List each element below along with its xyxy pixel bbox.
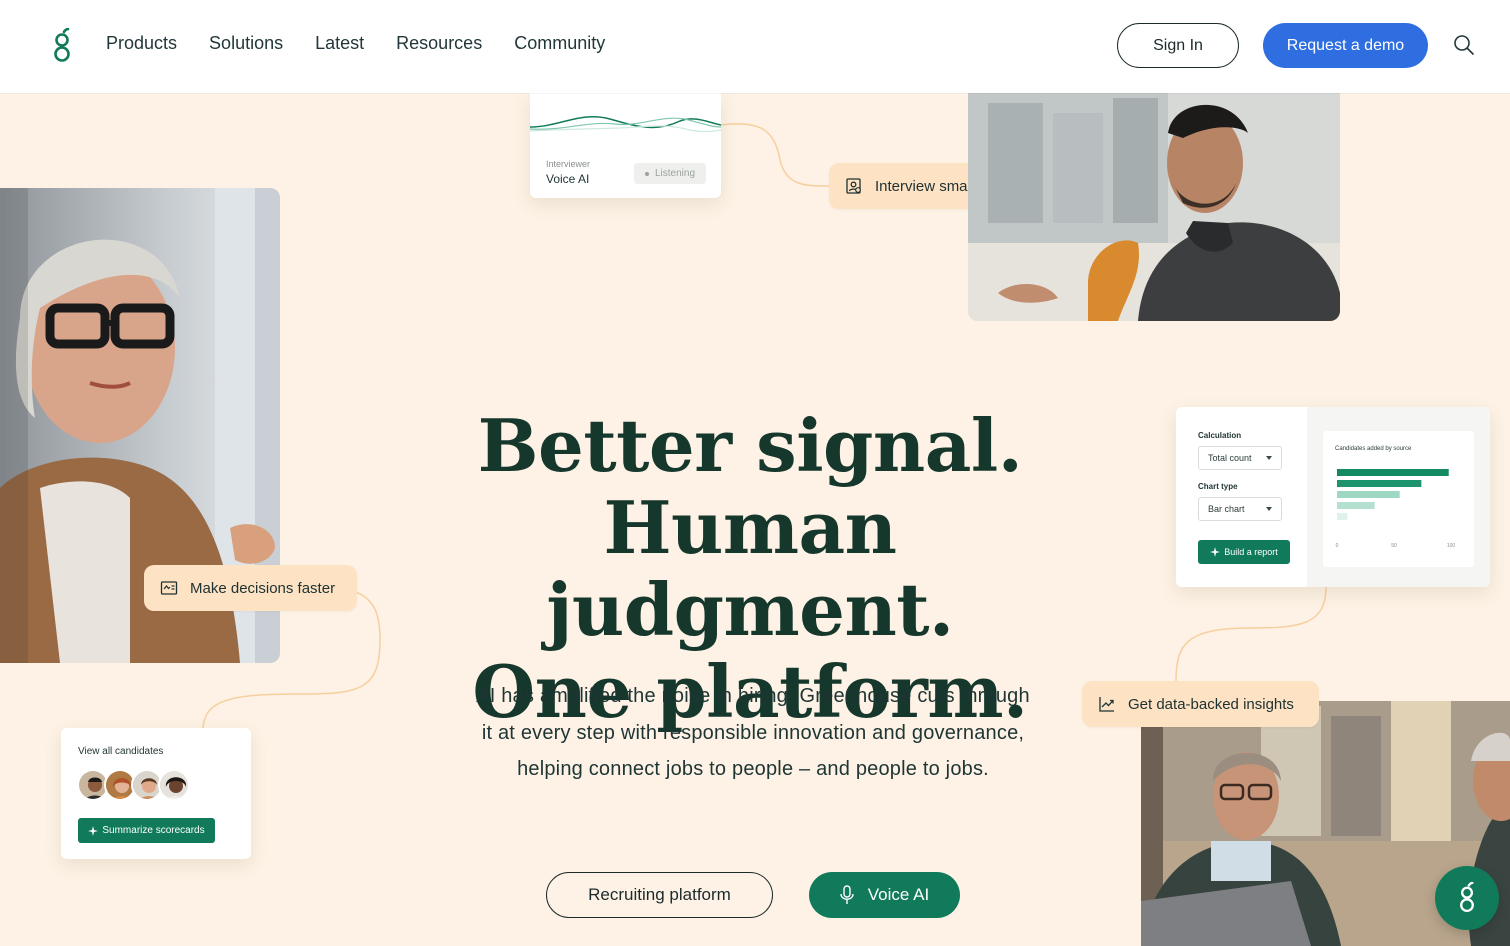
nav-solutions[interactable]: Solutions	[209, 33, 283, 54]
recruiting-platform-button[interactable]: Recruiting platform	[546, 872, 773, 918]
calculation-select[interactable]: Total count	[1198, 446, 1282, 470]
candidates-card: View all candidates Summarize scorecards	[61, 728, 251, 859]
calculation-label: Calculation	[1198, 431, 1242, 440]
data-insights-label: Get data-backed insights	[1128, 695, 1294, 713]
chart-tick-label: 0	[1336, 543, 1339, 549]
chart-bar	[1337, 469, 1449, 476]
data-insights-chip: Get data-backed insights	[1082, 681, 1319, 727]
voice-ai-label: Voice AI	[867, 885, 930, 904]
chart-type-value: Bar chart	[1208, 504, 1245, 514]
status-dot-icon	[644, 171, 649, 176]
voice-card-label: Interviewer	[546, 159, 591, 169]
chevron-down-icon	[1266, 507, 1272, 511]
sign-in-button[interactable]: Sign In	[1117, 23, 1239, 68]
sparkle-icon	[88, 825, 99, 836]
chart-bar	[1337, 502, 1375, 509]
request-demo-button[interactable]: Request a demo	[1263, 23, 1428, 68]
chat-launcher-button[interactable]	[1435, 866, 1499, 930]
voice-card-title: Voice AI	[546, 172, 590, 186]
sparkle-icon	[1210, 547, 1221, 557]
chart-bar	[1337, 480, 1422, 487]
make-decisions-label: Make decisions faster	[190, 579, 336, 597]
nav-products[interactable]: Products	[106, 33, 177, 54]
main-nav: Products Solutions Latest Resources Comm…	[106, 33, 605, 54]
top-nav: Products Solutions Latest Resources Comm…	[0, 0, 1510, 93]
nav-community[interactable]: Community	[514, 33, 605, 54]
chevron-down-icon	[1266, 456, 1272, 460]
calculation-value: Total count	[1208, 453, 1252, 463]
nav-latest[interactable]: Latest	[315, 33, 364, 54]
build-report-label: Build a report	[1224, 547, 1278, 557]
voice-ai-button[interactable]: Voice AI	[809, 872, 960, 918]
chart-type-select[interactable]: Bar chart	[1198, 497, 1282, 521]
build-report-button[interactable]: Build a report	[1198, 540, 1290, 564]
candidate-avatars	[77, 769, 190, 801]
chart-bar	[1337, 513, 1348, 520]
listening-status: Listening	[654, 168, 696, 179]
chart-tick-label: 50	[1391, 543, 1397, 549]
trend-chart-icon	[1099, 697, 1114, 712]
voice-waveform	[530, 116, 721, 133]
greenhouse-chat-icon	[1460, 882, 1474, 913]
listening-badge: Listening	[634, 163, 706, 184]
hero-subtitle: AI has amplified the noise in hiring. Gr…	[476, 685, 1030, 780]
view-all-candidates-link[interactable]: View all candidates	[78, 746, 163, 757]
microphone-icon	[840, 885, 854, 904]
nav-resources[interactable]: Resources	[396, 33, 482, 54]
chart-bar	[1337, 491, 1400, 498]
man-photo	[968, 93, 1340, 321]
greenhouse-logo[interactable]	[50, 28, 74, 64]
report-preview-panel: Candidates added by source 0 50 100	[1307, 407, 1490, 587]
make-decisions-chip: Make decisions faster	[144, 565, 357, 611]
bar-chart-svg: 0 50 100	[1336, 469, 1456, 549]
summarize-scorecards-button[interactable]: Summarize scorecards	[78, 818, 215, 843]
hero-line-1: Better signal.	[477, 403, 1023, 488]
bar-chart: Candidates added by source 0 50 100	[1323, 431, 1474, 567]
hero-line-2: Human judgment.	[546, 485, 954, 652]
avatar[interactable]	[158, 769, 190, 801]
dashboard-chart-icon	[160, 581, 178, 595]
chart-tick-label: 100	[1447, 543, 1456, 549]
search-icon[interactable]	[1453, 34, 1475, 56]
chart-type-label: Chart type	[1198, 482, 1238, 491]
summarize-scorecards-label: Summarize scorecards	[102, 825, 205, 836]
interview-icon	[846, 178, 861, 194]
report-builder-card: Calculation Total count Chart type Bar c…	[1176, 407, 1490, 587]
